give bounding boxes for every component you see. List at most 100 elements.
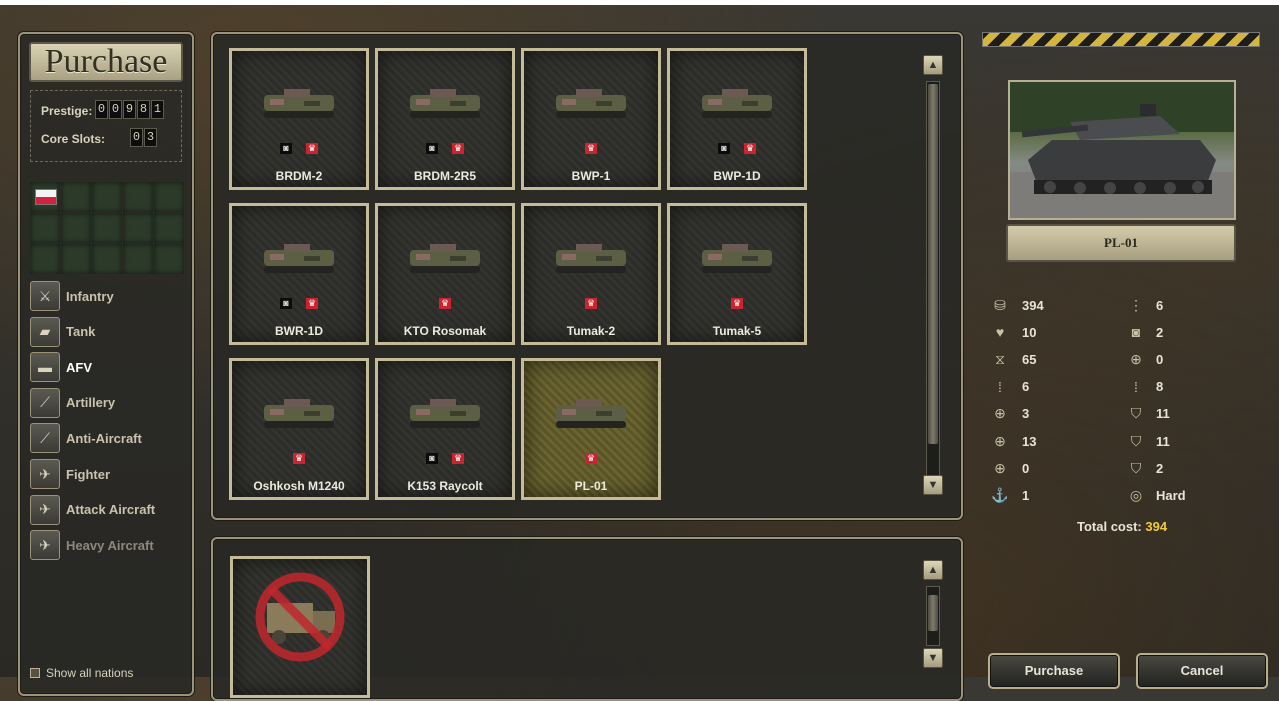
unit-card[interactable]: ◙ ♛ K153 Raycolt bbox=[375, 358, 515, 500]
category-tank[interactable]: ▰ Tank bbox=[30, 316, 96, 347]
unit-name: KTO Rosomak bbox=[403, 324, 487, 338]
poland-emblem-icon: ♛ bbox=[585, 298, 597, 309]
show-all-nations-toggle[interactable]: Show all nations bbox=[30, 666, 133, 680]
stat-value: 11 bbox=[1156, 433, 1170, 449]
stat-row: ⊕ 3 bbox=[990, 403, 1029, 425]
unit-grid-scrollbar[interactable]: ▲ ▼ bbox=[923, 55, 943, 499]
vehicle-icon bbox=[556, 244, 626, 273]
stat-value: Hard bbox=[1156, 487, 1186, 503]
vehicle-icon bbox=[702, 244, 772, 273]
stat-value: 2 bbox=[1156, 324, 1164, 340]
cancel-button[interactable]: Cancel bbox=[1136, 653, 1268, 689]
vehicle-icon bbox=[556, 399, 626, 428]
page-title: Purchase bbox=[29, 42, 183, 82]
artillery-icon: ⟋ bbox=[30, 387, 60, 418]
stat-value: 10 bbox=[1022, 324, 1037, 340]
category-panel: Purchase Prestige: 00981 Core Slots: 03 … bbox=[18, 32, 194, 696]
stat-value: 2 bbox=[1156, 460, 1164, 476]
unit-card[interactable]: ♛ Tumak-2 bbox=[521, 203, 661, 345]
scroll-down-button[interactable]: ▼ bbox=[923, 648, 943, 668]
nation-slot-empty bbox=[123, 244, 153, 274]
scroll-track[interactable] bbox=[926, 586, 940, 646]
counter-digit: 0 bbox=[109, 100, 122, 119]
unit-card[interactable]: ◙ ♛ BRDM-2 bbox=[229, 48, 369, 190]
anti-aircraft-icon: ⟋ bbox=[30, 423, 60, 454]
counter-digit: 8 bbox=[137, 100, 150, 119]
core-slots-label: Core Slots: bbox=[41, 132, 106, 146]
counter-digit: 1 bbox=[151, 100, 164, 119]
category-label: Heavy Aircraft bbox=[66, 537, 154, 553]
hard-attack-icon: ⊕ bbox=[994, 432, 1006, 449]
poland-emblem-icon: ♛ bbox=[731, 298, 743, 309]
unit-badges: ◙ ♛ bbox=[232, 298, 366, 309]
ground-defense-icon: ⛉ bbox=[1130, 405, 1142, 422]
category-artillery[interactable]: ⟋ Artillery bbox=[30, 387, 116, 418]
unit-badges: ◙ ♛ bbox=[232, 143, 366, 154]
category-anti-aircraft[interactable]: ⟋ Anti-Aircraft bbox=[30, 423, 142, 454]
unit-card[interactable]: ♛ Oshkosh M1240 bbox=[229, 358, 369, 500]
poland-emblem-icon: ♛ bbox=[744, 143, 756, 154]
fighter-icon: ✈ bbox=[30, 459, 60, 489]
soft-attack-icon: ⊕ bbox=[994, 405, 1006, 422]
category-label: Tank bbox=[66, 324, 96, 340]
scroll-thumb[interactable] bbox=[928, 84, 938, 444]
heavy-aircraft-icon: ✈ bbox=[30, 530, 60, 561]
unit-name: BWR-1D bbox=[275, 324, 323, 338]
category-attack-aircraft[interactable]: ✈ Attack Aircraft bbox=[30, 494, 155, 525]
scroll-thumb[interactable] bbox=[928, 595, 938, 631]
no-transport-icon bbox=[255, 572, 345, 662]
category-label: Artillery bbox=[66, 395, 116, 411]
attack-aircraft-icon: ✈ bbox=[30, 494, 60, 525]
recon-binoculars-icon: ◙ bbox=[426, 143, 438, 154]
purchase-button[interactable]: Purchase bbox=[988, 653, 1120, 689]
scroll-up-button[interactable]: ▲ bbox=[923, 55, 943, 75]
unit-name: BWP-1 bbox=[571, 169, 611, 183]
core-slots-counter: 03 bbox=[130, 128, 157, 147]
unit-card[interactable]: ◙ ♛ BWP-1D bbox=[667, 48, 807, 190]
nation-slot-empty bbox=[154, 213, 184, 243]
vehicle-icon bbox=[264, 399, 334, 428]
tank-icon: ▰ bbox=[30, 316, 60, 347]
stat-value: 11 bbox=[1156, 406, 1170, 422]
recon-binoculars-icon: ◙ bbox=[718, 143, 730, 154]
nation-slot-empty bbox=[154, 182, 184, 212]
stat-value: 6 bbox=[1156, 297, 1164, 313]
transport-scrollbar[interactable]: ▲ ▼ bbox=[923, 560, 943, 670]
air-defense-icon: ⛉ bbox=[1130, 432, 1142, 449]
nation-slot-poland[interactable] bbox=[30, 182, 60, 212]
fuel-icon: ⧖ bbox=[995, 350, 1005, 367]
category-fighter[interactable]: ✈ Fighter bbox=[30, 459, 110, 489]
total-cost-label: Total cost: bbox=[1077, 519, 1142, 534]
selected-unit-name: PL-01 bbox=[1006, 224, 1236, 262]
scroll-down-button[interactable]: ▼ bbox=[923, 475, 943, 495]
total-cost: Total cost: 394 bbox=[1077, 519, 1167, 534]
unit-card[interactable]: ♛ Tumak-5 bbox=[667, 203, 807, 345]
unit-card[interactable]: ♛ BWP-1 bbox=[521, 48, 661, 190]
category-heavy-aircraft[interactable]: ✈ Heavy Aircraft bbox=[30, 530, 154, 561]
unit-badges: ♛ bbox=[378, 298, 512, 309]
top-border bbox=[0, 0, 1279, 5]
nation-slot-empty bbox=[92, 244, 122, 274]
nation-slot-empty bbox=[92, 182, 122, 212]
category-afv[interactable]: ▬ AFV bbox=[30, 352, 92, 383]
movement-icon: ⋮ bbox=[1129, 296, 1143, 313]
nation-slot-empty bbox=[30, 244, 60, 274]
unit-card[interactable]: ♛ KTO Rosomak bbox=[375, 203, 515, 345]
cost-icon: ⛁ bbox=[994, 296, 1006, 313]
category-infantry[interactable]: ⚔ Infantry bbox=[30, 281, 114, 311]
scroll-track[interactable] bbox=[926, 81, 940, 479]
naval-attack-icon: ⚓ bbox=[991, 486, 1009, 503]
prestige-counter: 00981 bbox=[95, 100, 164, 119]
scroll-up-button[interactable]: ▲ bbox=[923, 560, 943, 580]
poland-emblem-icon: ♛ bbox=[585, 143, 597, 154]
infantry-icon: ⚔ bbox=[30, 281, 60, 311]
nation-slot-empty bbox=[61, 182, 91, 212]
stat-row: ⊕ 0 bbox=[1126, 348, 1163, 370]
unit-card[interactable]: ♛ PL-01 bbox=[521, 358, 661, 500]
unit-badges: ♛ bbox=[524, 298, 658, 309]
vehicle-icon bbox=[410, 244, 480, 273]
stat-value: 394 bbox=[1022, 297, 1044, 313]
unit-card[interactable]: ◙ ♛ BWR-1D bbox=[229, 203, 369, 345]
vehicle-icon bbox=[556, 89, 626, 118]
unit-card[interactable]: ◙ ♛ BRDM-2R5 bbox=[375, 48, 515, 190]
